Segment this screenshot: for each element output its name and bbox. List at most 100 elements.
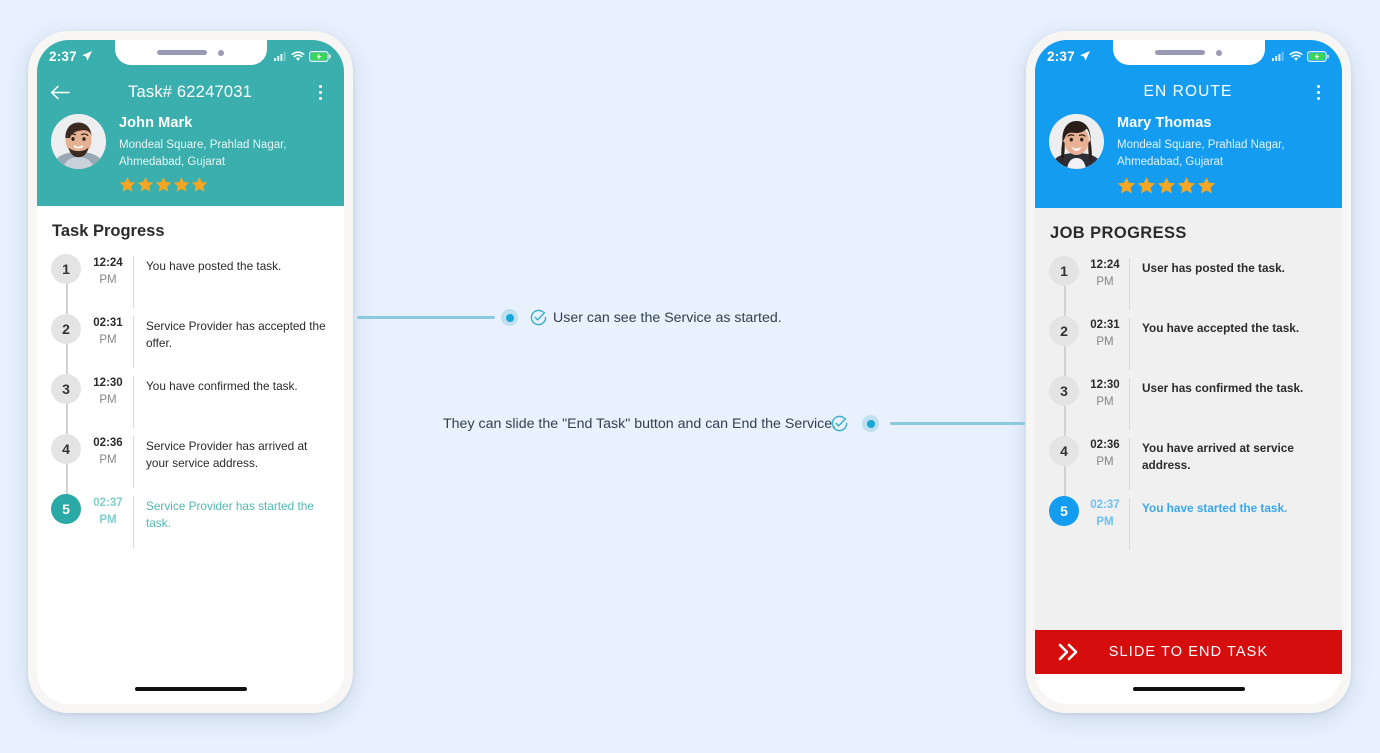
app-bar: Task# 62247031 bbox=[37, 72, 344, 112]
timeline-time-meridiem: PM bbox=[99, 513, 117, 526]
timeline-connector bbox=[1064, 466, 1066, 497]
home-indicator-bar[interactable] bbox=[134, 687, 247, 691]
phone-notch bbox=[1112, 40, 1265, 65]
callout-leader-line-left bbox=[357, 316, 495, 319]
signal-bars-icon bbox=[1272, 51, 1284, 61]
phone-notch bbox=[114, 40, 267, 65]
home-indicator-bar[interactable] bbox=[1132, 687, 1245, 691]
timeline-step-active: 5 02:37 PM You have started the task. bbox=[1049, 496, 1332, 556]
front-camera-dot bbox=[1216, 49, 1222, 56]
timeline-time-value: 02:37 bbox=[93, 497, 123, 510]
profile-address: Mondeal Square, Prahlad Nagar, Ahmedabad… bbox=[119, 137, 330, 170]
timeline-marker-col: 2 bbox=[51, 314, 83, 375]
timeline-time-value: 02:31 bbox=[93, 317, 123, 330]
timeline-step: 2 02:31 PM You have accepted the task. bbox=[1049, 316, 1332, 377]
timeline-description: You have started the task. bbox=[1142, 501, 1288, 516]
timeline-step-number: 2 bbox=[1049, 316, 1079, 347]
timeline-step-number: 3 bbox=[1049, 376, 1079, 407]
timeline-time: 02:36 PM bbox=[1081, 436, 1129, 470]
timeline-step: 3 12:30 PM You have confirmed the task. bbox=[51, 374, 334, 435]
overflow-menu-button[interactable] bbox=[309, 84, 331, 100]
timeline-time-meridiem: PM bbox=[99, 393, 117, 406]
timeline-connector bbox=[66, 404, 68, 435]
check-circle-icon bbox=[530, 309, 547, 331]
earpiece-speaker bbox=[157, 50, 207, 55]
timeline-time-meridiem: PM bbox=[99, 333, 117, 346]
rating-stars bbox=[119, 176, 330, 193]
timeline-description: You have arrived at service address. bbox=[1142, 441, 1294, 473]
profile-header: Mary Thomas Mondeal Square, Prahlad Naga… bbox=[1035, 112, 1342, 209]
status-bar: 2:37 bbox=[37, 40, 344, 72]
timeline-time-value: 12:24 bbox=[93, 257, 123, 270]
timeline-time: 02:37 PM bbox=[83, 494, 133, 528]
timeline-time-value: 02:31 bbox=[1090, 319, 1120, 332]
callout-marker-dot-right bbox=[862, 415, 879, 432]
timeline-time-meridiem: PM bbox=[1096, 515, 1114, 528]
star-icon bbox=[155, 177, 172, 193]
profile-details: John Mark Mondeal Square, Prahlad Nagar,… bbox=[119, 114, 330, 193]
section-title-job-progress: JOB PROGRESS bbox=[1035, 208, 1342, 257]
timeline-time-meridiem: PM bbox=[1096, 395, 1114, 408]
timeline-time: 02:37 PM bbox=[1081, 496, 1129, 530]
timeline-time: 02:31 PM bbox=[83, 314, 133, 348]
timeline-marker-col: 1 bbox=[51, 254, 83, 315]
callout-marker-dot-left bbox=[501, 309, 518, 326]
kebab-menu-icon bbox=[1316, 84, 1320, 100]
timeline-step: 1 12:24 PM User has posted the task. bbox=[1049, 256, 1332, 317]
double-chevron-right-icon bbox=[1057, 643, 1083, 661]
star-icon bbox=[1117, 177, 1136, 194]
timeline-step-number: 4 bbox=[1049, 436, 1079, 467]
callout-text-left: User can see the Service as started. bbox=[553, 310, 782, 326]
timeline-description: Service Provider has accepted the offer. bbox=[146, 319, 326, 351]
page-title: Task# 62247031 bbox=[128, 82, 252, 101]
back-button[interactable] bbox=[49, 85, 71, 100]
battery-charging-icon bbox=[309, 50, 331, 62]
profile-address-line2: Ahmedabad, Gujarat bbox=[119, 155, 226, 168]
timeline-time-meridiem: PM bbox=[1096, 275, 1114, 288]
timeline-connector bbox=[66, 344, 68, 375]
timeline-time: 12:30 PM bbox=[1081, 376, 1129, 410]
timeline-marker-col: 4 bbox=[1049, 436, 1081, 497]
earpiece-speaker bbox=[1155, 50, 1205, 55]
status-bar-indicators bbox=[274, 50, 331, 62]
timeline-time: 12:24 PM bbox=[1081, 256, 1129, 290]
timeline-description: User has confirmed the task. bbox=[1142, 381, 1304, 396]
star-icon bbox=[1177, 177, 1196, 194]
job-progress-timeline: 1 12:24 PM User has posted the task. 2 0… bbox=[1035, 256, 1342, 630]
phone-screen-provider: 2:37 EN ROUTE Mary Thomas Mondeal Square… bbox=[1035, 40, 1342, 704]
phone-screen-customer: 2:37 Task# 62247031 John Mark Mondeal Sq… bbox=[37, 40, 344, 704]
profile-address: Mondeal Square, Prahlad Nagar, Ahmedabad… bbox=[1117, 137, 1328, 170]
status-bar: 2:37 bbox=[1035, 40, 1342, 72]
avatar-photo-mary-thomas bbox=[1049, 114, 1104, 169]
kebab-menu-icon bbox=[318, 84, 322, 100]
star-icon bbox=[1137, 177, 1156, 194]
timeline-step-number: 4 bbox=[51, 434, 81, 465]
timeline-connector bbox=[1064, 286, 1066, 317]
timeline-step: 4 02:36 PM Service Provider has arrived … bbox=[51, 434, 334, 495]
timeline-step-number: 1 bbox=[1049, 256, 1079, 287]
timeline-description: You have confirmed the task. bbox=[146, 379, 298, 394]
location-arrow-icon bbox=[1080, 51, 1090, 61]
phone-mockup-provider: 2:37 EN ROUTE Mary Thomas Mondeal Square… bbox=[1026, 31, 1351, 713]
timeline-time-meridiem: PM bbox=[1096, 455, 1114, 468]
section-title-task-progress: Task Progress bbox=[52, 222, 165, 241]
phone-mockup-customer: 2:37 Task# 62247031 John Mark Mondeal Sq… bbox=[28, 31, 353, 713]
timeline-connector bbox=[66, 464, 68, 495]
status-bar-time-group: 2:37 bbox=[1047, 49, 1091, 64]
slide-to-end-task-button[interactable]: SLIDE TO END TASK bbox=[1035, 630, 1342, 674]
timeline-step-active: 5 02:37 PM Service Provider has started … bbox=[51, 494, 334, 554]
timeline-time: 12:24 PM bbox=[83, 254, 133, 288]
profile-header: John Mark Mondeal Square, Prahlad Nagar,… bbox=[37, 112, 344, 207]
timeline-time-meridiem: PM bbox=[99, 453, 117, 466]
timeline-step: 4 02:36 PM You have arrived at service a… bbox=[1049, 436, 1332, 497]
rating-stars bbox=[1117, 176, 1328, 195]
timeline-step-number: 2 bbox=[51, 314, 81, 345]
signal-bars-icon bbox=[274, 51, 286, 61]
profile-address-line1: Mondeal Square, Prahlad Nagar, bbox=[119, 139, 287, 151]
timeline-time-value: 12:24 bbox=[1090, 259, 1120, 272]
overflow-menu-button[interactable] bbox=[1307, 84, 1329, 100]
timeline-description: Service Provider has arrived at your ser… bbox=[146, 439, 308, 471]
timeline-step: 3 12:30 PM User has confirmed the task. bbox=[1049, 376, 1332, 437]
timeline-time: 02:36 PM bbox=[83, 434, 133, 468]
check-circle-icon bbox=[831, 415, 848, 437]
